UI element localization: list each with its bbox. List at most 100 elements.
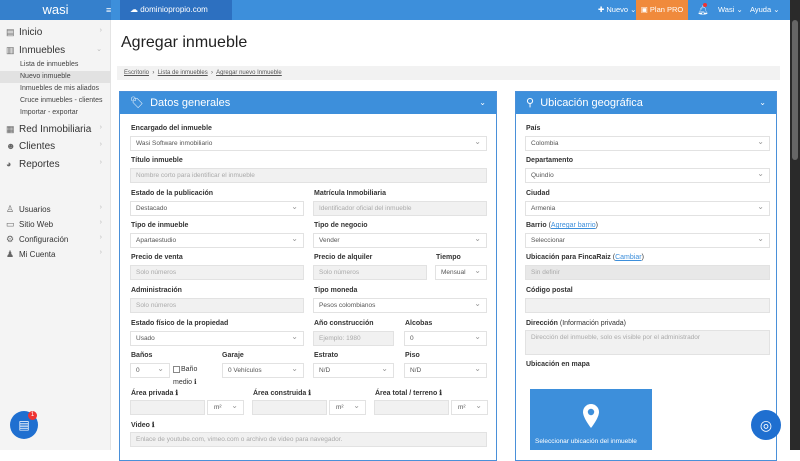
label: Tipo de negocio <box>314 222 368 229</box>
sidebar-sub-cruce[interactable]: Cruce inmuebles - clientes <box>20 97 102 104</box>
select-location-button[interactable]: Seleccionar ubicación del inmueble <box>530 389 652 450</box>
sidebar-item-reportes[interactable]: ◕ Reportes › <box>6 159 106 170</box>
new-menu-button[interactable]: ✚ Nuevo ⌄ <box>598 0 636 20</box>
area-privada-input[interactable] <box>130 400 205 415</box>
label: Estrato <box>314 352 339 359</box>
label: Tipo moneda <box>314 287 358 294</box>
info-icon[interactable]: ℹ <box>175 390 178 397</box>
sidebar-item-usuarios[interactable]: ♙ Usuarios › <box>6 204 106 215</box>
label: Piso <box>405 352 420 359</box>
panel-title: Datos generales <box>150 97 231 109</box>
breadcrumb-escritorio[interactable]: Escritorio <box>124 70 149 76</box>
area-construida-input[interactable] <box>252 400 327 415</box>
label: Ubicación para FincaRaiz <box>526 254 611 261</box>
wasi-logo[interactable]: wasi <box>0 0 111 20</box>
alcobas-select[interactable]: 0 <box>404 331 487 346</box>
scrollbar[interactable] <box>790 0 800 450</box>
label: Mi Cuenta <box>19 250 56 259</box>
label: Alcobas <box>405 320 433 327</box>
support-icon: ◎ <box>759 417 773 433</box>
precio-alquiler-input[interactable]: Solo números <box>313 265 427 280</box>
label: Estado de la publicación <box>131 190 214 197</box>
change-fincaraiz-link[interactable]: Cambiar <box>615 254 641 261</box>
plan-pro-button[interactable]: ▣ Plan PRO <box>636 0 688 20</box>
label: Año construcción <box>314 320 374 327</box>
bano-medio-label: Baño <box>181 366 198 373</box>
label: Administración <box>131 287 182 294</box>
label: Configuración <box>19 235 69 244</box>
banos-select[interactable]: 0 <box>130 363 170 378</box>
label: País <box>526 125 541 132</box>
label: Inmuebles <box>19 45 66 56</box>
collapse-icon[interactable]: ⌄ <box>479 92 486 114</box>
breadcrumb-lista[interactable]: Lista de inmuebles <box>158 70 208 76</box>
network-icon: ▦ <box>6 124 15 134</box>
info-icon[interactable]: ℹ <box>308 390 311 397</box>
add-barrio-link[interactable]: Agregar barrio <box>551 222 596 229</box>
titulo-input[interactable]: Nombre corto para identificar el inmuebl… <box>130 168 487 183</box>
encargado-select[interactable]: Wasi Software inmobiliario <box>130 136 487 151</box>
video-label: Video ℹ <box>131 421 155 429</box>
tipo-negocio-select[interactable]: Vender <box>313 233 487 248</box>
barrio-label: Barrio (Agregar barrio) <box>526 222 599 229</box>
area-construida-unit-select[interactable]: m² <box>329 400 366 415</box>
label: Barrio <box>526 222 547 229</box>
breadcrumb-actual[interactable]: Agregar nuevo Inmueble <box>216 70 282 76</box>
matricula-input[interactable]: Identificador oficial del inmueble <box>313 201 487 216</box>
direccion-textarea[interactable]: Dirección del inmueble, solo es visible … <box>525 330 770 355</box>
fincaraiz-label: Ubicación para FincaRaiz (Cambiar) <box>526 254 644 261</box>
administracion-input[interactable]: Solo números <box>130 298 304 313</box>
label: Red Inmobiliaria <box>19 124 92 135</box>
moneda-select[interactable]: Pesos colombianos <box>313 298 487 313</box>
bano-medio-checkbox[interactable] <box>173 366 180 373</box>
ciudad-select[interactable]: Armenia <box>525 201 770 216</box>
tipo-inmueble-select[interactable]: Apartaestudio <box>130 233 304 248</box>
garaje-select[interactable]: 0 Vehículos <box>222 363 304 378</box>
precio-venta-input[interactable]: Solo números <box>130 265 304 280</box>
sidebar-sub-lista[interactable]: Lista de inmuebles <box>20 61 78 68</box>
label: Matrícula Inmobiliaria <box>314 190 386 197</box>
user-menu[interactable]: Wasi ⌄ <box>718 0 743 20</box>
sidebar-item-cuenta[interactable]: ♟ Mi Cuenta › <box>6 249 106 260</box>
label: Sitio Web <box>19 220 54 229</box>
video-input[interactable]: Enlace de youtube.com, vimeo.com o archi… <box>130 432 487 447</box>
sidebar-item-config[interactable]: ⚙ Configuración › <box>6 234 106 245</box>
area-privada-unit-select[interactable]: m² <box>207 400 244 415</box>
tiempo-select[interactable]: Mensual <box>435 265 487 280</box>
panel-header[interactable]: ⚲ Ubicación geográfica ⌄ <box>516 92 776 114</box>
domain-link[interactable]: ☁ dominiopropio.com <box>120 0 232 20</box>
piso-select[interactable]: N/D <box>404 363 487 378</box>
sidebar-sub-aliados[interactable]: Inmuebles de mis aliados <box>20 85 99 92</box>
collapse-icon[interactable]: ⌄ <box>759 92 766 114</box>
sidebar-item-red[interactable]: ▦ Red Inmobiliaria › <box>6 124 106 135</box>
estado-publicacion-select[interactable]: Destacado <box>130 201 304 216</box>
label: Precio de venta <box>131 254 183 261</box>
pais-select[interactable]: Colombia <box>525 136 770 151</box>
area-total-input[interactable] <box>374 400 449 415</box>
bell-icon[interactable]: 🔔︎ <box>697 0 708 20</box>
map-marker-icon: ⚲ <box>526 97 535 109</box>
info-icon[interactable]: ℹ <box>152 422 155 429</box>
panel-header[interactable]: 🏷︎ Datos generales ⌄ <box>120 92 496 114</box>
postal-input[interactable] <box>525 298 770 313</box>
estado-fisico-select[interactable]: Usado <box>130 331 304 346</box>
estrato-select[interactable]: N/D <box>313 363 394 378</box>
label: Título inmueble <box>131 157 183 164</box>
departamento-select[interactable]: Quindío <box>525 168 770 183</box>
sidebar-sub-importar[interactable]: Importar - exportar <box>20 109 78 116</box>
info-icon[interactable]: ℹ <box>439 390 442 397</box>
sidebar-item-sitio[interactable]: ▭ Sitio Web › <box>6 219 106 230</box>
sidebar-item-clientes[interactable]: ☻ Clientes › <box>6 141 106 152</box>
help-chat-button[interactable]: ◎ <box>751 410 781 440</box>
sidebar-item-inicio[interactable]: ▤ Inicio › <box>6 27 106 38</box>
sidebar-item-inmuebles[interactable]: ▥ Inmuebles ⌄ <box>6 45 106 56</box>
info-icon[interactable]: ℹ <box>194 379 197 386</box>
area-total-unit-select[interactable]: m² <box>451 400 488 415</box>
anio-input[interactable]: Ejemplo: 1980 <box>313 331 394 346</box>
barrio-select[interactable]: Seleccionar <box>525 233 770 248</box>
help-menu[interactable]: Ayuda ⌄ <box>750 0 780 20</box>
notification-badge: 1 <box>28 411 37 420</box>
hamburger-menu-icon[interactable]: ≡ <box>106 5 111 15</box>
sidebar-sub-nuevo[interactable]: Nuevo inmueble <box>20 73 71 80</box>
label: Tipo de inmueble <box>131 222 189 229</box>
